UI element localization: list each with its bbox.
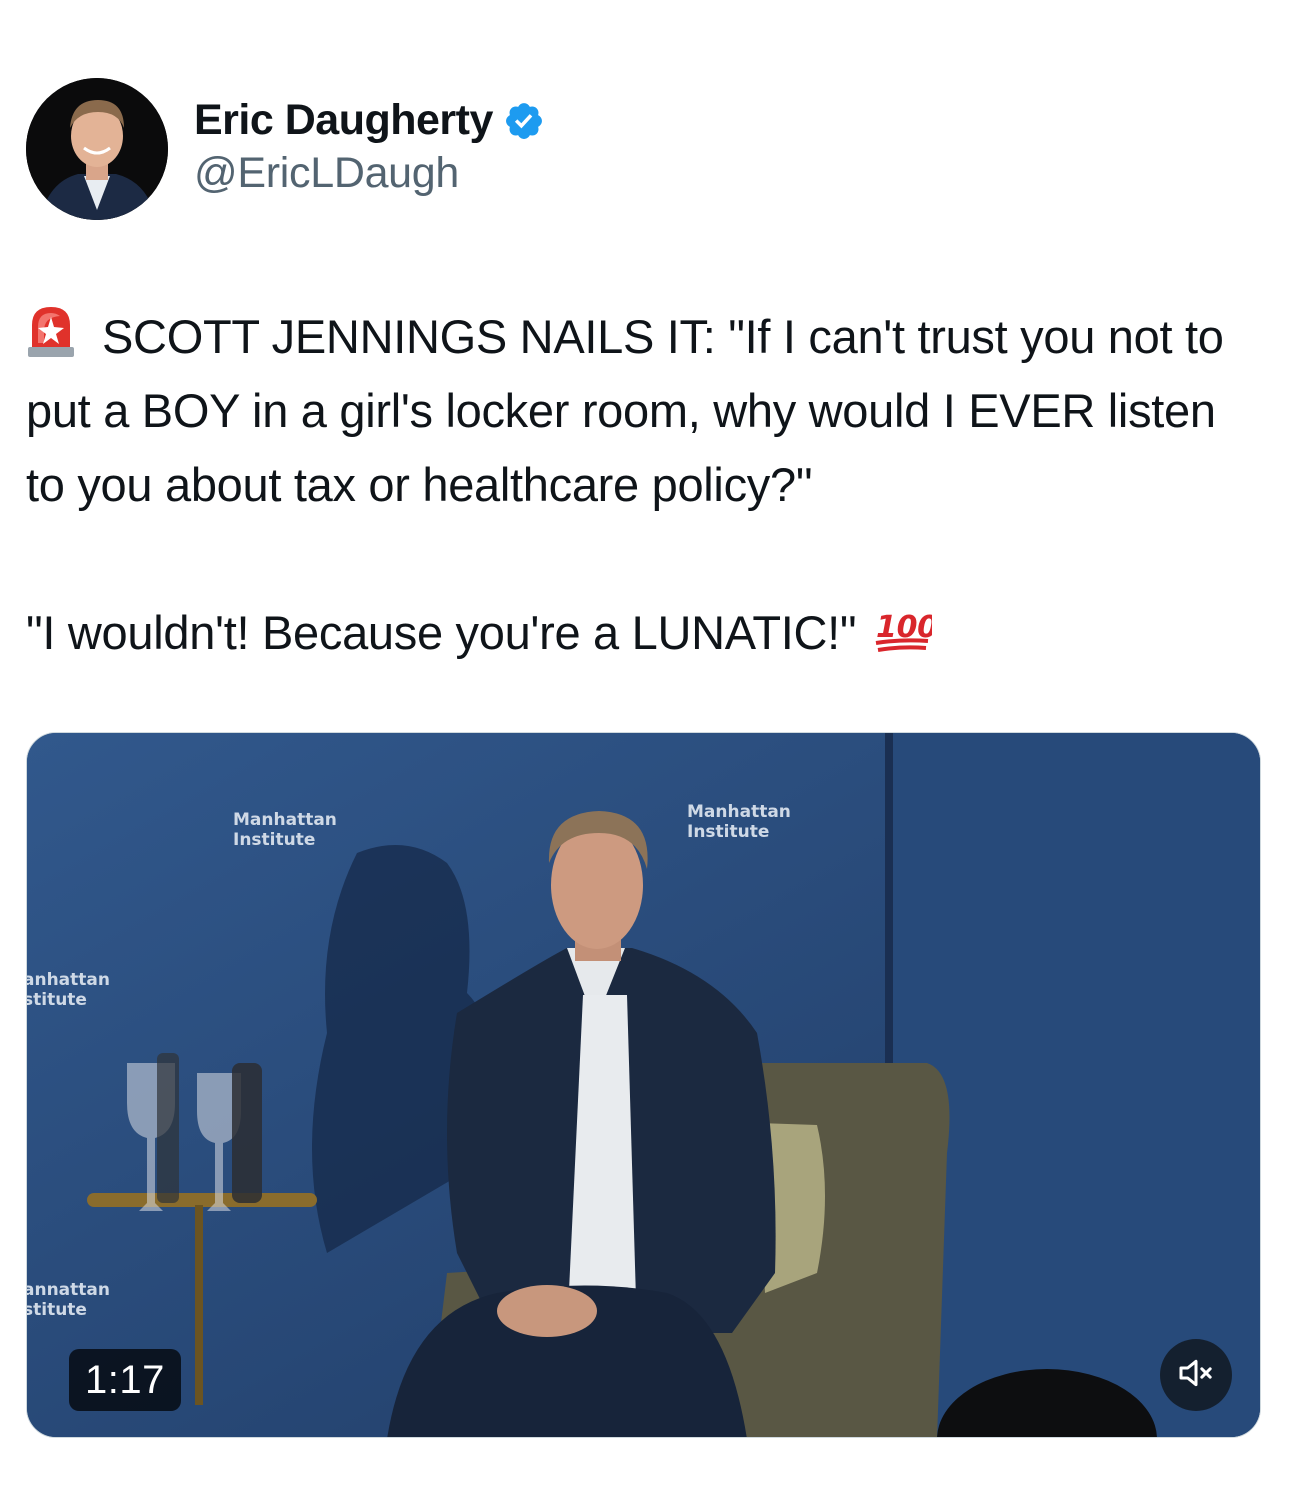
svg-text:stitute: stitute	[27, 1300, 87, 1320]
speaker-muted-icon	[1176, 1353, 1216, 1398]
svg-text:Institute: Institute	[233, 830, 315, 850]
tweet-text: SCOTT JENNINGS NAILS IT: "If I can't tru…	[26, 300, 1266, 670]
svg-text:anhattan: anhattan	[27, 970, 110, 990]
tweet-paragraph-2: "I wouldn't! Because you're a LUNATIC!" …	[26, 596, 1266, 670]
name-row: Eric Daugherty	[194, 96, 545, 145]
video-frame: ManhattanInstitute ManhattanInstitute an…	[27, 733, 1260, 1437]
video-player[interactable]: Manhattan Institute Manhattan Institute an…	[26, 732, 1261, 1438]
tweet-paragraph-1: SCOTT JENNINGS NAILS IT: "If I can't tru…	[26, 300, 1266, 522]
tweet-paragraph-1-text: SCOTT JENNINGS NAILS IT: "If I can't tru…	[26, 310, 1237, 511]
tweet-paragraph-2-text: "I wouldn't! Because you're a LUNATIC!"	[26, 606, 857, 659]
svg-text:Institute: Institute	[687, 822, 769, 842]
tweet-header: Eric Daugherty @EricLDaugh	[26, 78, 545, 220]
svg-text:Manhattan: Manhattan	[687, 802, 791, 822]
video-duration: 1:17	[69, 1349, 181, 1411]
svg-text:stitute: stitute	[27, 990, 87, 1010]
author-avatar[interactable]	[26, 78, 168, 220]
author-display-name[interactable]: Eric Daugherty	[194, 96, 493, 145]
mute-toggle-button[interactable]	[1160, 1339, 1232, 1411]
author-names: Eric Daugherty @EricLDaugh	[194, 96, 545, 198]
svg-text:annattan: annattan	[27, 1280, 110, 1300]
verified-badge-icon	[503, 100, 545, 142]
hundred-points-emoji: 100	[872, 602, 938, 652]
author-handle[interactable]: @EricLDaugh	[194, 149, 545, 198]
rotating-light-emoji	[26, 303, 76, 359]
svg-text:Manhattan: Manhattan	[233, 810, 337, 830]
